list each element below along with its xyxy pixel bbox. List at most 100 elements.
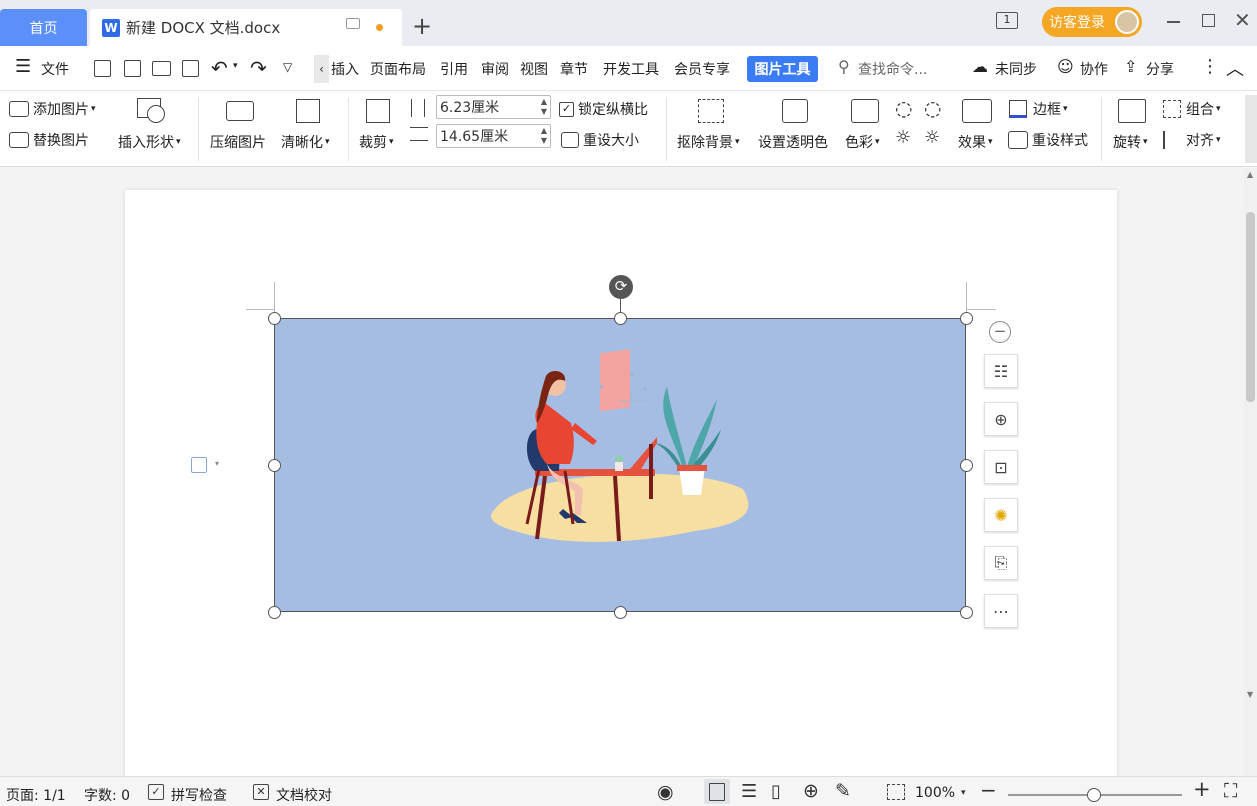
layout-options-dropdown-icon[interactable]: ▾ <box>215 459 219 468</box>
align-button[interactable]: 对齐 ▾ <box>1163 130 1221 150</box>
picture-to-text-button[interactable]: ⎘ <box>984 546 1018 580</box>
resize-handle-top[interactable] <box>614 312 627 325</box>
fit-page-icon[interactable] <box>887 784 905 800</box>
menu-chapter[interactable]: 章节 <box>560 59 588 79</box>
resize-handle-bottom[interactable] <box>614 606 627 619</box>
border-button[interactable]: 边框 ▾ <box>1009 99 1068 119</box>
minimize-icon[interactable] <box>1167 21 1180 23</box>
group-button[interactable]: 组合 ▾ <box>1163 99 1221 119</box>
scrollbar-thumb[interactable] <box>1246 212 1255 402</box>
login-button[interactable]: 访客登录 <box>1042 7 1142 37</box>
menu-review[interactable]: 审阅 <box>481 59 509 79</box>
layout-options-icon[interactable] <box>191 457 207 473</box>
quick-access-more-icon[interactable]: ▽ <box>283 60 292 74</box>
more-vertical-icon[interactable]: ⋮ <box>1201 56 1219 77</box>
redo-icon[interactable]: ↷ <box>250 56 267 80</box>
remove-background-button[interactable]: 抠除背景 ▾ <box>677 132 740 152</box>
scroll-down-icon[interactable]: ▼ <box>1247 690 1253 699</box>
sync-status[interactable]: 未同步 <box>995 59 1037 79</box>
page-indicator[interactable]: 页面: 1/1 <box>6 785 66 805</box>
rotate-handle-icon[interactable]: ⟳ <box>609 275 633 299</box>
print-preview-icon[interactable] <box>182 60 199 77</box>
collapse-toolbar-icon[interactable]: − <box>989 321 1011 343</box>
collaborate-button[interactable]: 协作 <box>1080 59 1108 79</box>
proofread-button[interactable]: 文档校对 <box>276 785 332 805</box>
lock-ratio-checkbox[interactable]: ✓ 锁定纵横比 <box>559 99 648 119</box>
save-icon[interactable] <box>94 60 111 77</box>
sharpen-button[interactable]: 清晰化 ▾ <box>281 132 330 152</box>
search-icon[interactable]: ⚲ <box>838 57 850 76</box>
write-view-icon[interactable]: ✎ <box>835 780 851 802</box>
replace-picture-button[interactable]: 替换图片 <box>9 130 89 150</box>
monitor-icon[interactable] <box>346 18 360 29</box>
tab-document[interactable]: W 新建 DOCX 文档.docx <box>90 9 402 46</box>
selected-picture[interactable] <box>274 318 966 612</box>
zoom-picture-button[interactable]: ⊕ <box>984 402 1018 436</box>
maximize-icon[interactable] <box>1202 14 1215 27</box>
compress-button[interactable]: 压缩图片 <box>210 132 266 152</box>
brightness-down-icon[interactable]: ◌ <box>924 96 941 120</box>
reset-size-button[interactable]: 重设大小 <box>561 130 639 150</box>
zoom-dropdown-icon[interactable]: ▾ <box>961 788 966 798</box>
menu-view[interactable]: 视图 <box>520 59 548 79</box>
page-count-icon[interactable]: 1 <box>996 12 1018 29</box>
shape-circle-icon <box>147 105 165 123</box>
contrast-down-icon[interactable]: ☼ <box>924 127 940 148</box>
new-tab-button[interactable]: + <box>412 14 432 38</box>
menu-developer[interactable]: 开发工具 <box>603 59 659 79</box>
reading-view-icon[interactable]: ▯ <box>771 781 781 802</box>
brightness-up-icon[interactable]: ◌ <box>895 96 912 120</box>
zoom-out-icon[interactable]: − <box>980 778 997 802</box>
layout-wrap-button[interactable]: ☷ <box>984 354 1018 388</box>
menu-file[interactable]: 文件 <box>41 59 69 79</box>
spell-check-button[interactable]: 拼写检查 <box>171 785 227 805</box>
word-count[interactable]: 字数: 0 <box>84 785 130 805</box>
menu-references[interactable]: 引用 <box>440 59 468 79</box>
zoom-level[interactable]: 100% <box>915 785 955 801</box>
rotate-button[interactable]: 旋转 ▾ <box>1113 132 1148 152</box>
reset-style-button[interactable]: 重设样式 <box>1008 130 1088 150</box>
add-picture-button[interactable]: 添加图片 ▾ <box>9 99 96 119</box>
eye-protection-icon[interactable]: ◉ <box>657 781 674 803</box>
resize-handle-right[interactable] <box>960 459 973 472</box>
tab-home[interactable]: 首页 <box>0 9 87 46</box>
zoom-slider-knob[interactable] <box>1087 788 1101 802</box>
fullscreen-icon[interactable]: ⛶ <box>1224 780 1237 802</box>
close-icon[interactable]: ✕ <box>1234 8 1251 32</box>
menu-member[interactable]: 会员专享 <box>674 59 730 79</box>
tab-picture-tools[interactable]: 图片工具 <box>747 56 818 82</box>
resize-handle-top-left[interactable] <box>268 312 281 325</box>
resize-handle-top-right[interactable] <box>960 312 973 325</box>
page-view-icon[interactable] <box>709 783 725 801</box>
insert-shape-button[interactable]: 插入形状 ▾ <box>118 132 181 152</box>
web-view-icon[interactable]: ⊕ <box>803 780 819 802</box>
export-icon[interactable] <box>124 60 141 77</box>
menu-insert[interactable]: 插入 <box>331 59 359 79</box>
hamburger-icon[interactable]: ☰ <box>15 58 31 76</box>
menu-page-layout[interactable]: 页面布局 <box>370 59 426 79</box>
command-search-input[interactable]: 查找命令... <box>858 59 927 79</box>
crop-quick-button[interactable]: ⊡ <box>984 450 1018 484</box>
collapse-ribbon-icon[interactable]: ︿ <box>1226 55 1244 81</box>
more-options-button[interactable]: ⋯ <box>984 594 1018 628</box>
scroll-left-icon[interactable]: ‹ <box>314 55 329 83</box>
resize-handle-bottom-right[interactable] <box>960 606 973 619</box>
undo-icon[interactable]: ↶ <box>211 56 228 80</box>
outline-view-icon[interactable]: ☰ <box>741 781 757 802</box>
ribbon-scroll-right[interactable] <box>1245 95 1257 163</box>
height-input[interactable]: 14.65厘米 ▲ ▼ <box>436 124 551 148</box>
smart-suggest-button[interactable]: ✺ <box>984 498 1018 532</box>
undo-dropdown-icon[interactable]: ▾ <box>233 61 238 71</box>
crop-button[interactable]: 裁剪 ▾ <box>359 132 394 152</box>
scroll-up-icon[interactable]: ▲ <box>1247 170 1253 179</box>
effects-button[interactable]: 效果 ▾ <box>958 132 993 152</box>
color-button[interactable]: 色彩 ▾ <box>845 132 880 152</box>
width-input[interactable]: 6.23厘米 ▲ ▼ <box>436 95 551 119</box>
contrast-up-icon[interactable]: ☼ <box>895 127 911 148</box>
set-transparent-button[interactable]: 设置透明色 <box>758 132 828 152</box>
resize-handle-left[interactable] <box>268 459 281 472</box>
resize-handle-bottom-left[interactable] <box>268 606 281 619</box>
print-icon[interactable] <box>152 61 171 76</box>
share-button[interactable]: 分享 <box>1146 59 1174 79</box>
zoom-in-button-icon[interactable]: + <box>1193 777 1211 801</box>
